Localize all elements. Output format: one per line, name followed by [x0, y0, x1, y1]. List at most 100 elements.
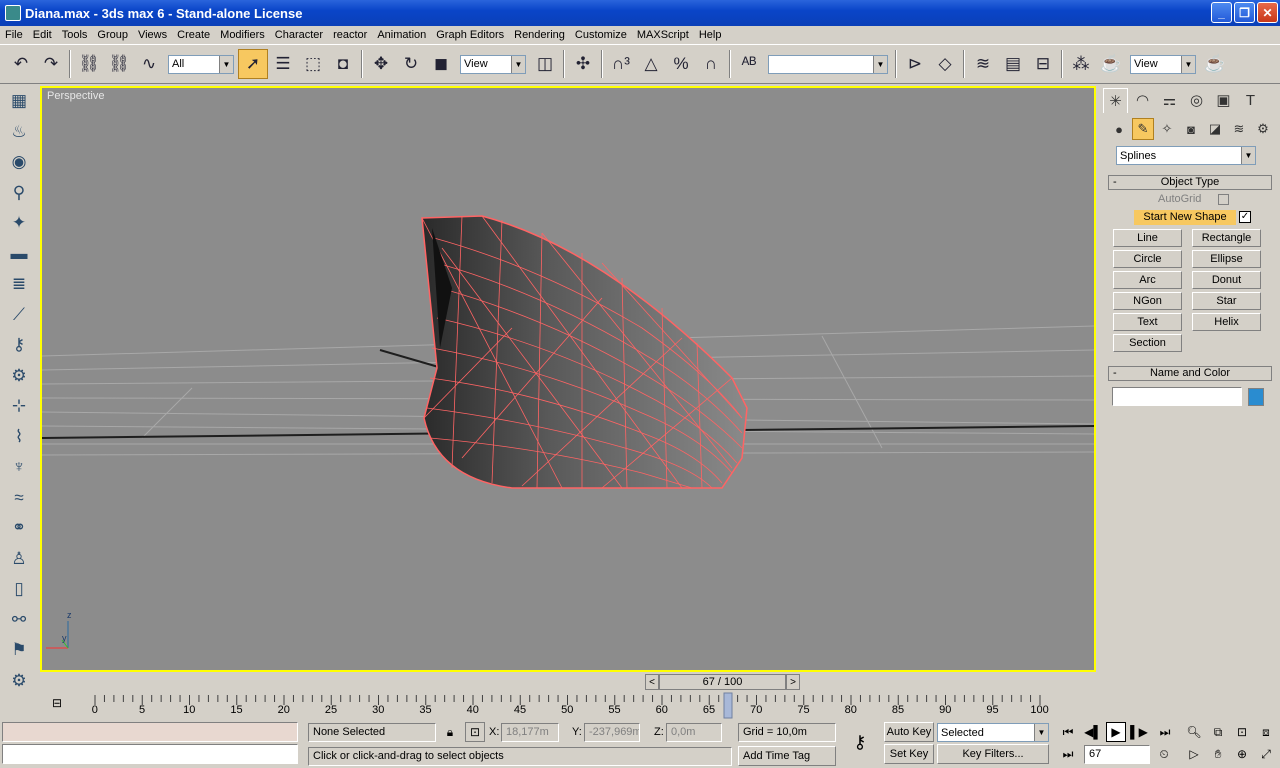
select-and-move-icon[interactable]: ✥: [366, 49, 396, 79]
name-color-rollout-header[interactable]: - Name and Color: [1108, 366, 1272, 381]
pan-icon[interactable]: ✋︎: [1208, 744, 1228, 764]
dashpot-icon[interactable]: ⟋: [4, 300, 34, 331]
menu-views[interactable]: Views: [133, 29, 172, 41]
menu-animation[interactable]: Animation: [372, 29, 431, 41]
donut-button[interactable]: Donut: [1192, 271, 1261, 289]
select-and-rotate-icon[interactable]: ↻: [396, 49, 426, 79]
menu-maxscript[interactable]: MAXScript: [632, 29, 694, 41]
select-and-link-icon[interactable]: ⛓: [74, 49, 104, 79]
key-mode-toggle-icon[interactable]: ⏭: [1058, 744, 1078, 764]
maxscript-listener-mini[interactable]: [2, 722, 298, 742]
angle-snap-icon[interactable]: △: [636, 49, 666, 79]
arc-rotate-icon[interactable]: ⊕: [1232, 744, 1252, 764]
select-by-name-icon[interactable]: ☰: [268, 49, 298, 79]
time-configuration-icon[interactable]: ⏲: [1154, 744, 1174, 764]
arc-button[interactable]: Arc: [1113, 271, 1182, 289]
rectangle-button[interactable]: Rectangle: [1192, 229, 1261, 247]
spinner-snap-icon[interactable]: ∩: [696, 49, 726, 79]
menu-reactor[interactable]: reactor: [328, 29, 372, 41]
reference-coordinate-dropdown[interactable]: View ▼: [460, 54, 526, 74]
track-bar[interactable]: ⊟ 0 5 10 15 20 25 30 35 40 45 50 55 60 65 70 75 80 85 90 95…: [40, 690, 1096, 720]
go-to-start-icon[interactable]: ⏮: [1058, 722, 1078, 742]
shape-category-dropdown[interactable]: Splines ▼: [1116, 146, 1256, 165]
object-name-field[interactable]: [1112, 387, 1242, 406]
rope-collection-icon[interactable]: ⚲: [4, 178, 34, 209]
utilities-tab-icon[interactable]: T: [1238, 88, 1263, 113]
absolute-mode-icon[interactable]: ⊡: [465, 722, 485, 742]
zoom-extents-all-icon[interactable]: ⧈: [1256, 722, 1276, 742]
set-key-icon[interactable]: ⚷: [846, 732, 874, 752]
cameras-icon[interactable]: ◙: [1180, 118, 1202, 140]
maxscript-input-mini[interactable]: [2, 744, 298, 764]
current-frame-field[interactable]: 67: [1084, 745, 1150, 764]
menu-edit[interactable]: Edit: [28, 29, 57, 41]
close-button[interactable]: ✕: [1257, 2, 1278, 23]
window-crossing-icon[interactable]: ◘: [328, 49, 358, 79]
y-coordinate-field[interactable]: -237,969m: [584, 723, 640, 742]
menu-character[interactable]: Character: [270, 29, 328, 41]
motion-tab-icon[interactable]: ◎: [1184, 88, 1209, 113]
percent-snap-icon[interactable]: %: [666, 49, 696, 79]
select-and-manipulate-icon[interactable]: ✣: [568, 49, 598, 79]
curve-editor-icon[interactable]: ▤: [998, 49, 1028, 79]
hinge-icon[interactable]: ⚭: [4, 513, 34, 544]
named-selection-dropdown[interactable]: ▼: [768, 54, 888, 74]
car-wheel-icon[interactable]: ⚑: [4, 635, 34, 666]
previous-frame-icon[interactable]: ◀▌: [1083, 722, 1103, 742]
auto-key-button[interactable]: Auto Key: [884, 722, 934, 742]
mirror-icon[interactable]: ⊳: [900, 49, 930, 79]
menu-graph-editors[interactable]: Graph Editors: [431, 29, 509, 41]
menu-modifiers[interactable]: Modifiers: [215, 29, 270, 41]
lights-icon[interactable]: ✧: [1156, 118, 1178, 140]
redo-icon[interactable]: ↷: [36, 49, 66, 79]
zoom-all-icon[interactable]: ⧉: [1208, 722, 1228, 742]
time-slider-label[interactable]: 67 / 100: [659, 674, 786, 690]
select-object-icon[interactable]: ➚: [238, 49, 268, 79]
circle-button[interactable]: Circle: [1113, 250, 1182, 268]
bind-to-space-warp-icon[interactable]: ∿: [134, 49, 164, 79]
helix-button[interactable]: Helix: [1192, 313, 1261, 331]
select-and-scale-icon[interactable]: ◼: [426, 49, 456, 79]
motor-icon[interactable]: ⚷: [4, 330, 34, 361]
render-scene-icon[interactable]: ☕: [1096, 49, 1126, 79]
maximize-button[interactable]: ❐: [1234, 2, 1255, 23]
prismatic-icon[interactable]: ⚯: [4, 605, 34, 636]
rectangular-selection-icon[interactable]: ⬚: [298, 49, 328, 79]
ragdoll-icon[interactable]: ♙: [4, 544, 34, 575]
selection-filter-dropdown[interactable]: All ▼: [168, 54, 234, 74]
menu-file[interactable]: File: [0, 29, 28, 41]
field-of-view-icon[interactable]: ▷: [1184, 744, 1204, 764]
create-tab-icon[interactable]: ✳: [1103, 87, 1128, 113]
material-editor-icon[interactable]: ⁂: [1066, 49, 1096, 79]
time-slider-prev-button[interactable]: <: [645, 674, 659, 690]
point-to-point-icon[interactable]: ▯: [4, 574, 34, 605]
soft-body-collection-icon[interactable]: ◉: [4, 147, 34, 178]
app-icon[interactable]: [5, 5, 21, 21]
hierarchy-tab-icon[interactable]: ⚎: [1157, 88, 1182, 113]
menu-help[interactable]: Help: [694, 29, 727, 41]
x-coordinate-field[interactable]: 18,177m: [501, 723, 559, 742]
display-tab-icon[interactable]: ▣: [1211, 88, 1236, 113]
object-type-rollout-header[interactable]: - Object Type: [1108, 175, 1272, 190]
plane-icon[interactable]: ▬: [4, 239, 34, 270]
star-button[interactable]: Star: [1192, 292, 1261, 310]
start-new-shape-checkbox[interactable]: ✓: [1239, 211, 1251, 223]
add-time-tag-button[interactable]: Add Time Tag: [738, 746, 836, 766]
space-warps-icon[interactable]: ≋: [1228, 118, 1250, 140]
time-slider-next-button[interactable]: >: [786, 674, 800, 690]
next-frame-icon[interactable]: ▌▶: [1129, 722, 1149, 742]
minimize-button[interactable]: _: [1211, 2, 1232, 23]
cloth-collection-icon[interactable]: ♨: [4, 117, 34, 148]
ellipse-button[interactable]: Ellipse: [1192, 250, 1261, 268]
edit-named-selection-icon[interactable]: ᴬᴮ: [734, 49, 764, 79]
constraint-icon[interactable]: ≈: [4, 483, 34, 514]
systems-icon[interactable]: ⚙: [1252, 118, 1274, 140]
shapes-icon[interactable]: ✎: [1132, 118, 1154, 140]
menu-create[interactable]: Create: [172, 29, 215, 41]
unlink-selection-icon[interactable]: ⛓: [104, 49, 134, 79]
fracture-icon[interactable]: ⌇: [4, 422, 34, 453]
menu-tools[interactable]: Tools: [57, 29, 93, 41]
maximize-viewport-icon[interactable]: ⤢: [1256, 744, 1276, 764]
rigid-body-collection-icon[interactable]: ▦: [4, 86, 34, 117]
layer-manager-icon[interactable]: ≋: [968, 49, 998, 79]
